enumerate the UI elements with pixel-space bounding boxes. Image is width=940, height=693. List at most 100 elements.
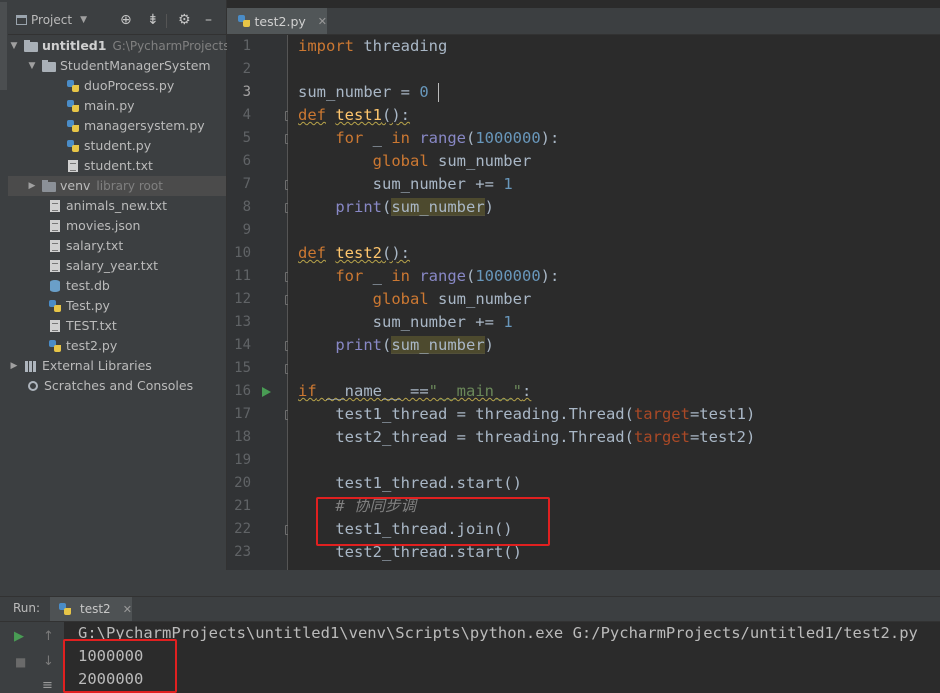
tree-item-tag: library root bbox=[96, 179, 163, 193]
tree-item-test-db[interactable]: test.db bbox=[48, 276, 110, 296]
python-file-icon bbox=[48, 339, 62, 353]
tree-item-label: Scratches and Consoles bbox=[44, 378, 194, 393]
tree-item-studentmanagersystem[interactable]: ▼ StudentManagerSystem bbox=[26, 56, 211, 76]
line-number: 19 bbox=[234, 452, 251, 468]
console-output[interactable]: G:\PycharmProjects\untitled1\venv\Script… bbox=[65, 622, 940, 693]
chevron-down-icon: ▼ bbox=[80, 15, 87, 25]
tree-item-external-libraries[interactable]: ▶ External Libraries bbox=[8, 356, 152, 376]
collapse-icon[interactable]: ⇟ bbox=[147, 12, 159, 28]
target-icon[interactable]: ⊕ bbox=[120, 12, 132, 28]
annotation-box-output bbox=[63, 639, 177, 693]
stop-icon[interactable]: ■ bbox=[15, 655, 26, 669]
tree-item-label: test.db bbox=[66, 278, 110, 293]
tree-item-path: G:\PycharmProjects\ bbox=[112, 39, 234, 53]
code-editor[interactable]: import threading sum_number = 0 def test… bbox=[288, 35, 940, 570]
code-line-4: def test1(): bbox=[298, 106, 411, 124]
run-arrow-icon[interactable] bbox=[262, 387, 271, 397]
line-number: 13 bbox=[234, 314, 251, 330]
close-icon[interactable]: ✕ bbox=[318, 15, 327, 28]
code-line-10: def test2(): bbox=[298, 244, 411, 262]
line-number: 10 bbox=[234, 245, 251, 261]
run-label: Run: bbox=[13, 601, 41, 615]
annotation-box-code bbox=[316, 497, 550, 546]
text-file-icon bbox=[48, 199, 62, 213]
project-toolbar: Project ▼ ⊕ ⇟ ⚙ – bbox=[8, 8, 226, 35]
tree-item-student-txt[interactable]: student.txt bbox=[66, 156, 153, 176]
tree-item-duoprocess[interactable]: duoProcess.py bbox=[66, 76, 174, 96]
line-number: 23 bbox=[234, 544, 251, 560]
library-icon bbox=[24, 359, 38, 373]
code-line-6: global sum_number bbox=[372, 152, 532, 170]
project-view-selector[interactable]: Project ▼ bbox=[16, 13, 87, 27]
rerun-icon[interactable]: ▶ bbox=[14, 630, 24, 644]
code-line-14: print(sum_number) bbox=[335, 336, 495, 354]
python-file-icon bbox=[66, 139, 80, 153]
close-icon[interactable]: ✕ bbox=[123, 603, 132, 616]
line-number: 5 bbox=[242, 130, 251, 146]
tree-item-student-py[interactable]: student.py bbox=[66, 136, 151, 156]
code-line-18: test2_thread = threading.Thread(target=t… bbox=[335, 428, 756, 446]
code-line-13: sum_number += 1 bbox=[372, 313, 513, 331]
tree-item-animals-new[interactable]: animals_new.txt bbox=[48, 196, 167, 216]
chevron-right-icon: ▶ bbox=[28, 181, 36, 191]
line-number: 18 bbox=[234, 429, 251, 445]
tree-item-salary-year[interactable]: salary_year.txt bbox=[48, 256, 158, 276]
run-toolbar: ▶ ↑ ■ ↓ ≡ bbox=[0, 622, 64, 693]
gear-icon[interactable]: ⚙ bbox=[178, 12, 191, 28]
code-line-17: test1_thread = threading.Thread(target=t… bbox=[335, 405, 756, 423]
tree-item-label: untitled1 bbox=[42, 38, 107, 53]
code-line-16: if __name__ =="__main__": bbox=[298, 382, 532, 400]
tree-item-managersystem[interactable]: managersystem.py bbox=[66, 116, 205, 136]
tree-item-label: main.py bbox=[84, 98, 135, 113]
project-icon bbox=[16, 15, 27, 25]
editor-gutter[interactable]: 1 2 3 4 5 6 7 8 9 10 11 12 13 14 15 16 1… bbox=[227, 35, 294, 570]
text-file-icon bbox=[48, 319, 62, 333]
tree-item-label: salary_year.txt bbox=[66, 258, 159, 273]
code-line-5: for _ in range(1000000): bbox=[335, 129, 560, 147]
line-number: 9 bbox=[242, 222, 251, 238]
tree-item-venv[interactable]: ▶ venv library root bbox=[8, 176, 226, 196]
project-tool-tab[interactable] bbox=[0, 2, 7, 90]
code-line-11: for _ in range(1000000): bbox=[335, 267, 560, 285]
tree-item-scratches[interactable]: Scratches and Consoles bbox=[26, 376, 193, 396]
scratch-icon bbox=[26, 379, 40, 393]
code-line-20: test1_thread.start() bbox=[335, 474, 522, 492]
tree-item-label: Test.py bbox=[66, 298, 110, 313]
tree-item-movies[interactable]: movies.json bbox=[48, 216, 140, 236]
tab-test2-py[interactable]: test2.py ✕ bbox=[227, 8, 327, 34]
line-number: 14 bbox=[234, 337, 251, 353]
line-number: 15 bbox=[234, 360, 251, 376]
tree-item-test2-py[interactable]: test2.py bbox=[48, 336, 117, 356]
tab-label: test2.py bbox=[254, 13, 306, 29]
down-arrow-icon[interactable]: ↓ bbox=[43, 655, 54, 669]
line-number: 11 bbox=[234, 268, 251, 284]
line-number: 2 bbox=[242, 61, 251, 77]
tree-item-label: venv bbox=[60, 178, 91, 193]
toolbar-divider bbox=[166, 14, 167, 28]
tree-item-label: salary.txt bbox=[66, 238, 124, 253]
tree-item-label: movies.json bbox=[66, 218, 141, 233]
soft-wrap-icon[interactable]: ≡ bbox=[42, 679, 53, 693]
up-arrow-icon[interactable]: ↑ bbox=[43, 630, 54, 644]
text-file-icon bbox=[48, 219, 62, 233]
tree-item-label: External Libraries bbox=[42, 358, 152, 373]
database-icon bbox=[48, 279, 62, 293]
run-tab-test2[interactable]: test2 ✕ bbox=[50, 597, 132, 621]
tree-item-untitled1[interactable]: ▼ untitled1 G:\PycharmProjects\ bbox=[8, 36, 234, 56]
minimize-icon[interactable]: – bbox=[205, 12, 212, 28]
tree-item-salary[interactable]: salary.txt bbox=[48, 236, 123, 256]
line-number: 12 bbox=[234, 291, 251, 307]
tree-item-test-py[interactable]: Test.py bbox=[48, 296, 110, 316]
line-number: 3 bbox=[242, 84, 251, 100]
python-file-icon bbox=[66, 79, 80, 93]
python-file-icon bbox=[48, 299, 62, 313]
tree-item-main[interactable]: main.py bbox=[66, 96, 135, 116]
tree-item-label: duoProcess.py bbox=[84, 78, 175, 93]
tree-item-label: managersystem.py bbox=[84, 118, 205, 133]
line-number: 6 bbox=[242, 153, 251, 169]
tree-item-label: animals_new.txt bbox=[66, 198, 167, 213]
code-line-3: sum_number = 0 bbox=[298, 83, 429, 101]
python-file-icon bbox=[66, 99, 80, 113]
text-file-icon bbox=[48, 259, 62, 273]
tree-item-test-txt[interactable]: TEST.txt bbox=[48, 316, 117, 336]
